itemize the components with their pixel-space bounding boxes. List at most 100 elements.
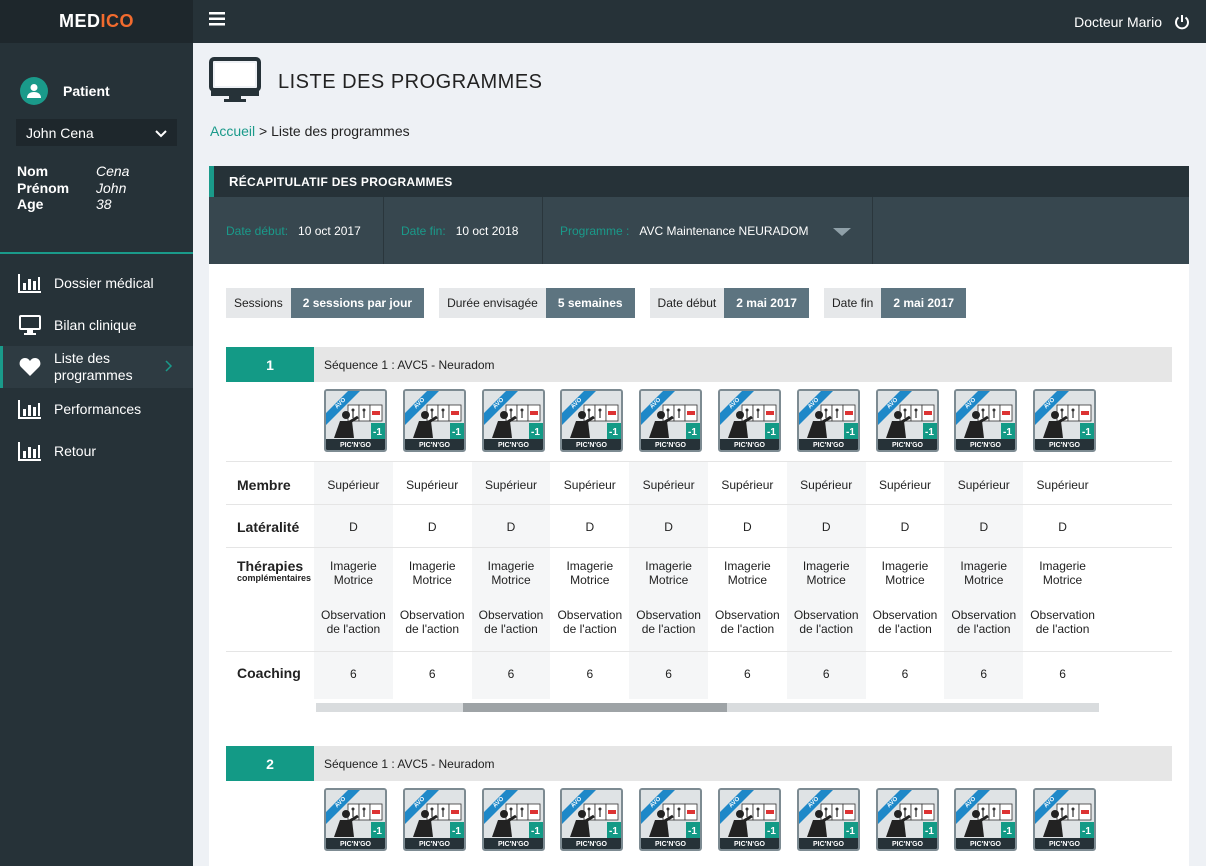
sidebar-item-liste-programmes[interactable]: Liste des programmes [0,346,193,388]
cell-coaching: 6 [393,652,472,699]
picngo-exercise-card[interactable]: AVO -1 PIC'N'GO [717,788,781,851]
picngo-exercise-card[interactable]: AVO -1 PIC'N'GO [954,389,1018,452]
picngo-exercise-card[interactable]: AVO -1 PIC'N'GO [954,788,1018,851]
hamburger-icon[interactable] [209,12,225,31]
picngo-exercise-card[interactable]: AVO -1 PIC'N'GO [560,788,624,851]
filters-bar: Date début: 10 oct 2017 Date fin: 10 oct… [209,197,1189,264]
therapy-line: Imagerie [330,559,377,573]
cell-value: Supérieur [1036,478,1089,492]
cell-therapies: Imagerie Motrice Observation de l'action [944,548,1024,651]
svg-text:PIC'N'GO: PIC'N'GO [340,442,371,449]
patient-select[interactable]: John Cena [16,119,177,146]
panel-title: R ÉCAPITULATIF DES PROGRAMMES [209,166,1189,197]
picngo-exercise-card[interactable]: AVO -1 PIC'N'GO [717,389,781,452]
therapy-line: Motrice [491,573,531,587]
therapy-line: Observation [321,608,386,622]
filter-date-debut[interactable]: Date début: 10 oct 2017 [209,197,384,264]
picngo-exercise-card[interactable]: AVO -1 PIC'N'GO [875,389,939,452]
cell-value: D [743,520,752,534]
svg-text:-1: -1 [1003,427,1012,438]
scrollbar-thumb[interactable] [463,703,727,712]
exercise-cards: AVO -1 PIC'N'GO AVO -1 PIC'N'GO AVO -1 PIC'N'GO A… [226,781,1172,860]
therapy-line: Observation [872,608,938,622]
info-key-prenom: Prénom [17,179,70,196]
picngo-exercise-card[interactable]: AVO -1 PIC'N'GO [481,788,545,851]
patient-label: Patient [63,83,110,99]
cell-value: D [900,520,910,534]
picngo-exercise-card[interactable]: AVO -1 PIC'N'GO [481,389,545,452]
topbar: Docteur Mario [193,0,1206,43]
svg-text:PIC'N'GO: PIC'N'GO [1049,442,1080,449]
summary-panel: R ÉCAPITULATIF DES PROGRAMMES Date début:… [209,166,1189,866]
exercise-cards: AVO -1 PIC'N'GO AVO -1 PIC'N'GO AVO -1 PIC'N'GO A… [226,382,1172,461]
horizontal-scrollbar[interactable] [316,703,1099,712]
sidebar-item-performances[interactable]: Performances [0,388,193,430]
therapy-line: Motrice [570,573,610,587]
picngo-exercise-card[interactable]: AVO -1 PIC'N'GO [402,389,466,452]
therapy-line: Observation [557,608,623,622]
cell-value: D [664,520,673,534]
picngo-exercise-card[interactable]: AVO -1 PIC'N'GO [796,389,860,452]
patient-header: Patient [0,43,193,119]
cell-lateralite: D [550,505,629,547]
picngo-exercise-card[interactable]: AVO -1 PIC'N'GO [639,389,703,452]
sidebar-item-retour[interactable]: Retour [0,430,193,472]
cell-value: 6 [665,667,672,681]
therapy-line: Motrice [412,573,452,587]
svg-text:-1: -1 [531,427,540,438]
dropdown-arrow-icon [833,228,851,236]
cell-therapies: Imagerie Motrice Observation de l'action [1023,548,1102,651]
cell-value: Supérieur [563,478,616,492]
page-header: LISTE DES PROGRAMMES [209,57,543,107]
monitor-icon [17,315,42,335]
svg-text:PIC'N'GO: PIC'N'GO [576,841,607,848]
therapy-line: de l'action [799,622,854,636]
svg-text:-1: -1 [452,427,461,438]
therapy-line: Observation [478,608,544,622]
patient-select-value: John Cena [26,124,94,141]
therapy-line: Imagerie [881,559,929,573]
breadcrumb-home-link[interactable]: Accueil [210,123,255,139]
chip-label: Date début [649,288,725,318]
chip-label: Date fin [823,288,882,318]
svg-text:-1: -1 [373,826,382,837]
table-row-membre: Membre Supérieur Supérieur Supérieur Supéri… [226,461,1172,504]
sidebar: MED ICO Patient John Cena Nom Cena Prénom J… [0,0,193,866]
picngo-exercise-card[interactable]: AVO -1 PIC'N'GO [560,389,624,452]
therapy-line: Imagerie [408,559,456,573]
table-row-therapies: Thérapies complémentaires Imagerie Motric… [226,547,1172,651]
filter-date-fin[interactable]: Date fin: 10 oct 2018 [384,197,543,264]
user-menu[interactable]: Docteur Mario [1074,14,1190,30]
picngo-exercise-card[interactable]: AVO -1 PIC'N'GO [1033,788,1097,851]
picngo-exercise-card[interactable]: AVO -1 PIC'N'GO [324,389,387,452]
sidebar-item-bilan-clinique[interactable]: Bilan clinique [0,304,193,346]
svg-text:-1: -1 [1082,427,1091,438]
picngo-exercise-card[interactable]: AVO -1 PIC'N'GO [402,788,466,851]
cell-value: Supérieur [327,478,380,492]
svg-text:-1: -1 [1082,826,1091,837]
filter-programme[interactable]: Programme : AVC Maintenance NEURADOM [543,197,873,264]
cell-lateralite: D [866,505,945,547]
logo[interactable]: MED ICO [0,0,193,43]
svg-text:PIC'N'GO: PIC'N'GO [734,841,765,848]
program-chips: Sessions 2 sessions par jour Durée envisa… [226,288,981,318]
svg-text:-1: -1 [609,427,618,438]
cell-value: 6 [507,667,515,681]
sidebar-item-dossier-medical[interactable]: Dossier médical [0,262,193,304]
therapy-line: Observation [1030,608,1095,622]
bar-chart-icon [17,441,42,461]
picngo-exercise-card[interactable]: AVO -1 PIC'N'GO [796,788,860,851]
therapy-line: Observation [636,608,701,622]
power-icon[interactable] [1174,14,1190,30]
picngo-exercise-card[interactable]: AVO -1 PIC'N'GO [875,788,939,851]
cell-therapies: Imagerie Motrice Observation de l'action [786,548,866,651]
svg-text:PIC'N'GO: PIC'N'GO [498,841,529,848]
cell-therapies: Imagerie Motrice Observation de l'action [866,548,945,651]
svg-text:PIC'N'GO: PIC'N'GO [813,841,844,848]
picngo-exercise-card[interactable]: AVO -1 PIC'N'GO [324,788,387,851]
picngo-exercise-card[interactable]: AVO -1 PIC'N'GO [639,788,703,851]
therapy-line: Observation [715,608,780,622]
cell-lateralite: D [944,505,1024,547]
picngo-exercise-card[interactable]: AVO -1 PIC'N'GO [1033,389,1097,452]
svg-text:PIC'N'GO: PIC'N'GO [576,442,607,449]
